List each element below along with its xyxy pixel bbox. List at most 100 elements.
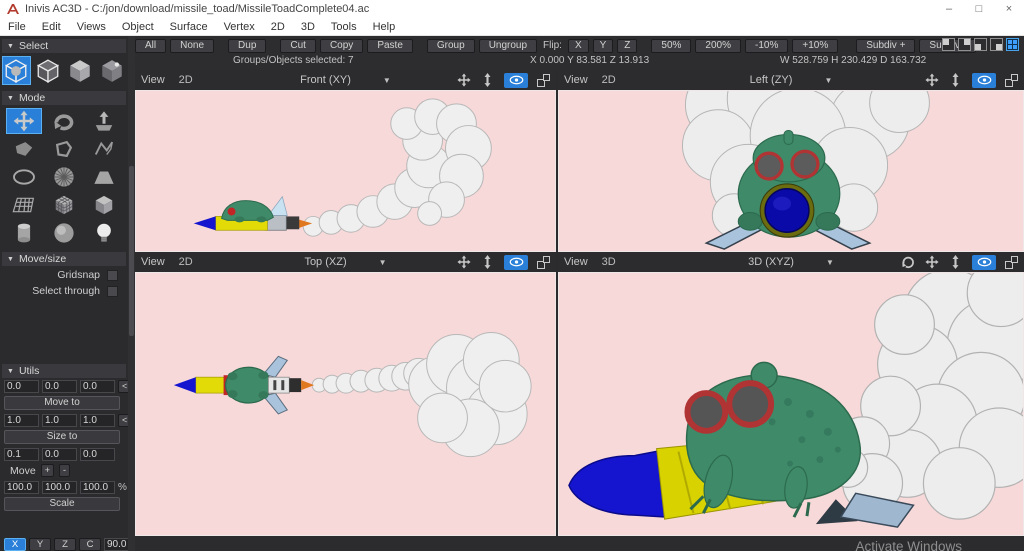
light-tool-icon[interactable] bbox=[86, 220, 122, 246]
cube-tool-icon[interactable] bbox=[86, 192, 122, 218]
disk-tool-icon[interactable] bbox=[46, 164, 82, 190]
menu-help[interactable]: Help bbox=[365, 18, 404, 36]
polygon-outline-icon[interactable] bbox=[46, 136, 82, 162]
flip-x-button[interactable]: X bbox=[567, 38, 589, 53]
ungroup-button[interactable]: Ungroup bbox=[478, 38, 538, 53]
chevron-down-icon[interactable]: ▼ bbox=[383, 76, 391, 86]
group-button[interactable]: Group bbox=[426, 38, 475, 53]
zoom-200-button[interactable]: 200% bbox=[695, 38, 741, 53]
rotate-mode-icon[interactable] bbox=[46, 108, 82, 134]
cylinder-tool-icon[interactable] bbox=[6, 220, 42, 246]
viewport-3d-canvas[interactable] bbox=[558, 272, 1024, 536]
zoom-stretch-icon[interactable] bbox=[948, 255, 963, 269]
move-to-button[interactable]: Move to bbox=[4, 396, 120, 410]
select-group-icon[interactable] bbox=[2, 56, 31, 85]
mesh-grid-icon[interactable] bbox=[6, 192, 42, 218]
projection-select[interactable]: Front (XY) bbox=[300, 74, 351, 86]
select-vertex-icon[interactable] bbox=[97, 56, 126, 85]
move-delta-x-field[interactable] bbox=[4, 448, 39, 461]
view-menu-button[interactable]: View bbox=[141, 74, 165, 86]
zoom-stretch-icon[interactable] bbox=[480, 255, 495, 269]
close-button[interactable]: × bbox=[994, 0, 1024, 18]
visibility-eye-icon[interactable] bbox=[972, 254, 996, 270]
zoom-minus10-button[interactable]: -10% bbox=[745, 38, 789, 53]
mode-section-header[interactable]: ▼ Mode bbox=[2, 91, 126, 105]
projection-select[interactable]: 3D (XYZ) bbox=[748, 256, 794, 268]
extrude-mode-icon[interactable] bbox=[86, 108, 122, 134]
scale-button[interactable]: Scale bbox=[4, 497, 120, 511]
menu-surface[interactable]: Surface bbox=[162, 18, 216, 36]
menu-2d[interactable]: 2D bbox=[263, 18, 293, 36]
maximize-viewport-icon[interactable] bbox=[537, 73, 550, 87]
select-all-button[interactable]: All bbox=[135, 38, 167, 53]
projection-select[interactable]: Top (XZ) bbox=[304, 256, 346, 268]
menu-edit[interactable]: Edit bbox=[34, 18, 69, 36]
scrollbar-thumb[interactable] bbox=[129, 166, 134, 336]
copy-button[interactable]: Copy bbox=[319, 38, 364, 53]
maximize-viewport-icon[interactable] bbox=[537, 255, 550, 269]
zoom-stretch-icon[interactable] bbox=[480, 73, 495, 87]
scale-z-field[interactable] bbox=[80, 481, 115, 494]
zoom-plus10-button[interactable]: +10% bbox=[792, 38, 839, 53]
size-to-y-field[interactable] bbox=[42, 414, 77, 427]
viewport-left-canvas[interactable] bbox=[558, 90, 1024, 252]
orbit-rotate-icon[interactable] bbox=[900, 255, 915, 269]
subdivide-plus-button[interactable]: Subdiv + bbox=[856, 38, 916, 53]
move-size-section-header[interactable]: ▼ Move/size bbox=[2, 252, 126, 266]
maximize-button[interactable]: □ bbox=[964, 0, 994, 18]
view-menu-button[interactable]: View bbox=[564, 256, 588, 268]
size-to-x-field[interactable] bbox=[4, 414, 39, 427]
select-object-icon[interactable] bbox=[34, 56, 63, 85]
layout-single-bl-icon[interactable] bbox=[974, 38, 987, 51]
layout-single-tl-icon[interactable] bbox=[942, 38, 955, 51]
move-minus-button[interactable]: - bbox=[58, 464, 70, 477]
utils-section-header[interactable]: ▼ Utils bbox=[2, 364, 126, 378]
select-none-button[interactable]: None bbox=[170, 38, 215, 53]
pan-icon[interactable] bbox=[924, 255, 939, 269]
chevron-down-icon[interactable]: ▼ bbox=[379, 258, 387, 268]
move-to-x-field[interactable] bbox=[4, 380, 39, 393]
menu-file[interactable]: File bbox=[0, 18, 34, 36]
size-to-button[interactable]: Size to bbox=[4, 430, 120, 444]
maximize-viewport-icon[interactable] bbox=[1005, 255, 1018, 269]
select-section-header[interactable]: ▼ Select bbox=[2, 39, 126, 53]
viewport-front-canvas[interactable] bbox=[135, 90, 556, 252]
sidebar-scrollbar[interactable] bbox=[128, 36, 135, 551]
gridsnap-checkbox[interactable] bbox=[107, 269, 118, 281]
axis-y-button[interactable]: Y bbox=[29, 538, 51, 551]
scale-y-field[interactable] bbox=[42, 481, 77, 494]
menu-tools[interactable]: Tools bbox=[323, 18, 365, 36]
maximize-viewport-icon[interactable] bbox=[1005, 73, 1018, 87]
select-through-checkbox[interactable] bbox=[107, 285, 118, 297]
scale-x-field[interactable] bbox=[4, 481, 39, 494]
pan-icon[interactable] bbox=[456, 255, 471, 269]
chevron-down-icon[interactable]: ▼ bbox=[826, 258, 834, 268]
size-to-z-field[interactable] bbox=[80, 414, 115, 427]
projection-select[interactable]: Left (ZY) bbox=[750, 74, 793, 86]
trapezoid-tool-icon[interactable] bbox=[86, 164, 122, 190]
cut-button[interactable]: Cut bbox=[280, 38, 316, 53]
visibility-eye-icon[interactable] bbox=[504, 72, 528, 88]
sphere-tool-icon[interactable] bbox=[46, 220, 82, 246]
visibility-eye-icon[interactable] bbox=[504, 254, 528, 270]
view-menu-button[interactable]: View bbox=[564, 74, 588, 86]
menu-3d[interactable]: 3D bbox=[293, 18, 323, 36]
pan-icon[interactable] bbox=[456, 73, 471, 87]
chevron-down-icon[interactable]: ▼ bbox=[824, 76, 832, 86]
view-menu-button[interactable]: View bbox=[141, 256, 165, 268]
select-surface-icon[interactable] bbox=[66, 56, 95, 85]
menu-object[interactable]: Object bbox=[114, 18, 162, 36]
move-to-z-field[interactable] bbox=[80, 380, 115, 393]
move-to-y-field[interactable] bbox=[42, 380, 77, 393]
flip-z-button[interactable]: Z bbox=[617, 38, 638, 53]
move-delta-y-field[interactable] bbox=[42, 448, 77, 461]
menu-views[interactable]: Views bbox=[69, 18, 114, 36]
axis-c-button[interactable]: C bbox=[79, 538, 101, 551]
ellipse-tool-icon[interactable] bbox=[6, 164, 42, 190]
menu-vertex[interactable]: Vertex bbox=[216, 18, 263, 36]
subdivided-cube-icon[interactable] bbox=[46, 192, 82, 218]
layout-quad-icon[interactable] bbox=[1006, 38, 1019, 51]
paste-button[interactable]: Paste bbox=[367, 38, 413, 53]
zoom-stretch-icon[interactable] bbox=[948, 73, 963, 87]
minimize-button[interactable]: – bbox=[934, 0, 964, 18]
